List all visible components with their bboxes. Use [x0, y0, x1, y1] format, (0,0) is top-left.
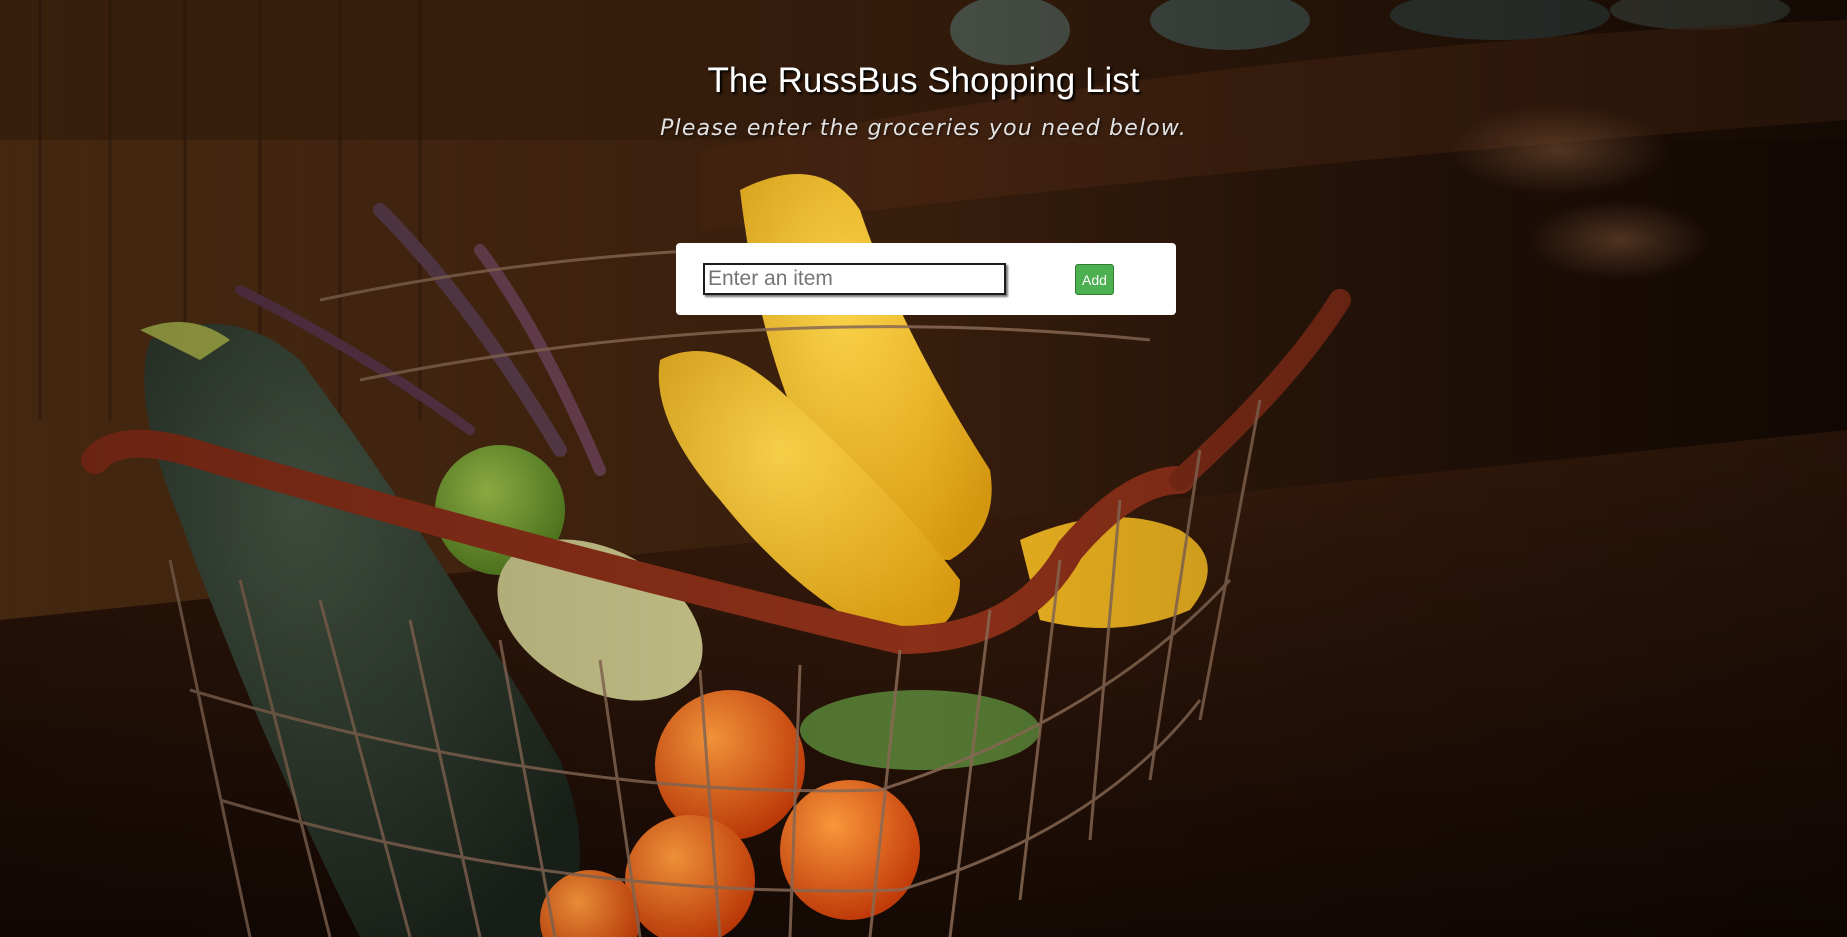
add-button[interactable]: Add — [1075, 264, 1114, 295]
item-input[interactable] — [703, 263, 1006, 295]
add-item-form: Add — [676, 243, 1176, 315]
page: The RussBus Shopping List Please enter t… — [0, 0, 1847, 937]
page-title: The RussBus Shopping List — [707, 61, 1140, 100]
page-header: The RussBus Shopping List Please enter t… — [0, 60, 1847, 141]
page-subtitle: Please enter the groceries you need belo… — [660, 116, 1187, 141]
